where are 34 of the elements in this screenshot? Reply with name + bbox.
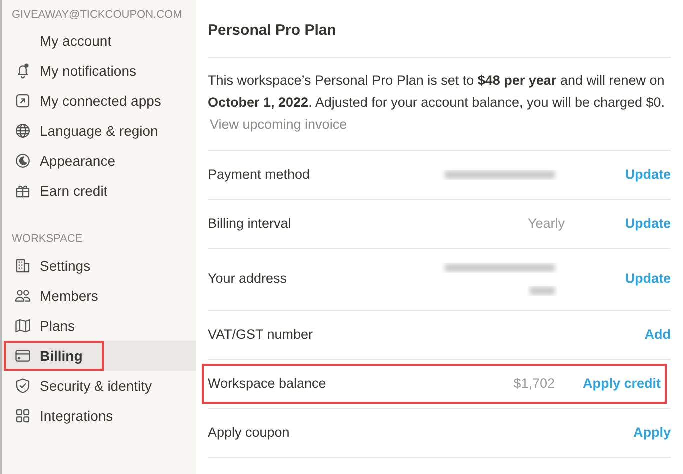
row-value: Yearly: [528, 214, 565, 233]
page-title: Personal Pro Plan: [208, 21, 338, 41]
external-link-icon: [14, 92, 32, 110]
sidebar-item[interactable]: Members: [2, 281, 196, 311]
credit-card-icon: [14, 347, 32, 365]
building-icon: [14, 257, 32, 275]
grid-icon: [14, 407, 32, 425]
row-label: Workspace balance: [208, 374, 328, 393]
invoice-link[interactable]: View upcoming invoice: [210, 114, 348, 136]
row-label: Apply coupon: [208, 424, 291, 442]
plan-description: This workspace’s Personal Pro Plan is set to $48 per year and will renew on October 1, 2022. Adjusted for your account balance, you will be charged $0.: [208, 72, 666, 112]
sidebar-item[interactable]: Security & identity: [2, 371, 196, 401]
shield-check-icon: [14, 377, 32, 395]
row-label: Billing interval: [208, 214, 292, 233]
sidebar-item[interactable]: Settings: [2, 251, 196, 281]
sidebar-item[interactable]: Language & region: [2, 116, 196, 146]
people-icon: [14, 287, 32, 305]
row-value: $1,702: [514, 374, 555, 393]
section-header: WORKSPACE: [11, 232, 84, 247]
sidebar-item[interactable]: My connected apps: [2, 86, 196, 116]
row-label: Payment method: [208, 166, 312, 184]
sidebar-item[interactable]: My notifications: [2, 56, 196, 86]
sidebar-item[interactable]: Earn credit: [2, 176, 196, 206]
globe-icon: [14, 122, 32, 140]
sidebar-item[interactable]: Billing: [2, 341, 196, 371]
sidebar-item[interactable]: Appearance: [2, 146, 196, 176]
sidebar-item[interactable]: Integrations: [2, 401, 196, 431]
sidebar-item[interactable]: Plans: [2, 311, 196, 341]
sidebar-item[interactable]: My account: [2, 26, 196, 56]
section-header: GIVEAWAY@TICKCOUPON.COM: [11, 8, 184, 23]
map-icon: [14, 317, 32, 335]
row-label: Your address: [208, 270, 288, 288]
moon-icon: [14, 152, 32, 170]
row-label: VAT/GST number: [208, 326, 314, 344]
